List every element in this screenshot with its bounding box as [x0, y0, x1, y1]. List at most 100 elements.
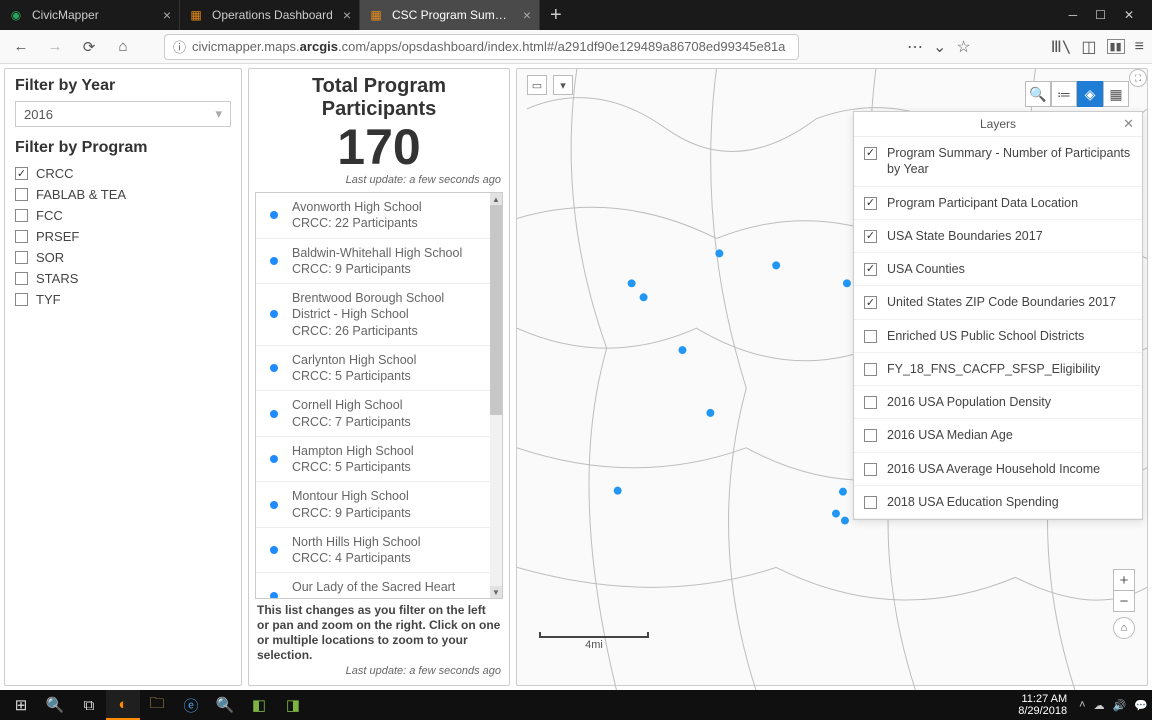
layer-row[interactable]: 2016 USA Average Household Income	[854, 453, 1142, 486]
fullscreen-button[interactable]: ⛶	[1129, 69, 1147, 87]
scroll-up-icon[interactable]: ▲	[490, 193, 502, 205]
select-dropdown-icon[interactable]: ▾	[553, 75, 573, 95]
pocket-icon[interactable]: ⌄	[933, 37, 946, 57]
list-item[interactable]: Hampton High SchoolCRCC: 5 Participants	[256, 437, 490, 483]
close-icon[interactable]: ✕	[1123, 116, 1134, 132]
layer-row[interactable]: ✓USA State Boundaries 2017	[854, 220, 1142, 253]
map-point[interactable]	[832, 510, 840, 518]
tray-up-icon[interactable]: ˄	[1079, 699, 1085, 711]
map-point[interactable]	[772, 261, 780, 269]
map-point[interactable]	[839, 488, 847, 496]
sidebar-icon[interactable]: ◫	[1081, 37, 1096, 57]
list-item[interactable]: North Hills High SchoolCRCC: 4 Participa…	[256, 528, 490, 574]
system-tray[interactable]: ˄ ☁ 🔊 💬	[1079, 699, 1148, 712]
program-filter-crcc[interactable]: ✓CRCC	[15, 163, 231, 184]
bookmark-star-icon[interactable]: ☆	[956, 37, 970, 57]
checkbox-icon[interactable]	[15, 209, 28, 222]
layer-row[interactable]: 2016 USA Median Age	[854, 419, 1142, 452]
checkbox-icon[interactable]	[15, 188, 28, 201]
zoom-in-button[interactable]: +	[1113, 569, 1135, 591]
notifications-icon[interactable]: 💬	[1134, 699, 1148, 712]
checkbox-icon[interactable]: ✓	[864, 230, 877, 243]
select-tool-icon[interactable]: ▭	[527, 75, 547, 95]
zoom-out-button[interactable]: −	[1113, 590, 1135, 612]
program-filter-tyf[interactable]: TYF	[15, 289, 231, 310]
program-filter-prsef[interactable]: PRSEF	[15, 226, 231, 247]
taskbar-app2[interactable]: ◨	[276, 690, 310, 720]
tab-civicmapper[interactable]: ◉ CivicMapper ×	[0, 0, 180, 30]
checkbox-icon[interactable]	[864, 363, 877, 376]
home-extent-button[interactable]: ⌂	[1113, 617, 1135, 639]
start-button[interactable]: ⊞	[4, 690, 38, 720]
scrollbar-thumb[interactable]	[490, 205, 502, 415]
tab-opsdash[interactable]: ▦ Operations Dashboard ×	[180, 0, 360, 30]
map-legend-button[interactable]: ≔	[1051, 81, 1077, 107]
map-basemap-button[interactable]: ▦	[1103, 81, 1129, 107]
checkbox-icon[interactable]	[15, 272, 28, 285]
back-button[interactable]: ←	[8, 34, 34, 60]
map-point[interactable]	[715, 249, 723, 257]
layer-row[interactable]: ✓USA Counties	[854, 253, 1142, 286]
checkbox-icon[interactable]: ✓	[864, 197, 877, 210]
checkbox-icon[interactable]: ✓	[864, 147, 877, 160]
taskbar-clock[interactable]: 11:27 AM 8/29/2018	[1018, 693, 1073, 717]
taskbar-explorer[interactable]: 🗀	[140, 690, 174, 720]
program-filter-sor[interactable]: SOR	[15, 247, 231, 268]
close-window-icon[interactable]: ✕	[1124, 8, 1134, 22]
list-item[interactable]: Montour High SchoolCRCC: 9 Participants	[256, 482, 490, 528]
info-icon[interactable]: ⓘ	[173, 37, 186, 56]
more-icon[interactable]: ⋯	[907, 37, 923, 57]
url-bar[interactable]: ⓘ civicmapper.maps.arcgis.com/apps/opsda…	[164, 34, 799, 60]
checkbox-icon[interactable]	[15, 293, 28, 306]
layer-row[interactable]: 2016 USA Population Density	[854, 386, 1142, 419]
map-point[interactable]	[614, 487, 622, 495]
forward-button[interactable]: →	[42, 34, 68, 60]
map-search-button[interactable]: 🔍	[1025, 81, 1051, 107]
taskview-button[interactable]: ⧉	[72, 690, 106, 720]
list-item[interactable]: Cornell High SchoolCRCC: 7 Participants	[256, 391, 490, 437]
search-button[interactable]: 🔍	[38, 690, 72, 720]
map-layers-button[interactable]: ◈	[1077, 81, 1103, 107]
map-panel[interactable]: ▭ ▾ ⛶ 🔍 ≔ ◈ ▦ Layers ✕ ✓Program Summary …	[516, 68, 1148, 686]
close-icon[interactable]: ×	[523, 7, 531, 23]
checkbox-icon[interactable]	[864, 330, 877, 343]
checkbox-icon[interactable]: ✓	[864, 263, 877, 276]
layer-row[interactable]: 2018 USA Education Spending	[854, 486, 1142, 519]
checkbox-icon[interactable]	[864, 496, 877, 509]
taskbar-firefox[interactable]: ◐	[106, 690, 140, 720]
checkbox-icon[interactable]	[15, 230, 28, 243]
layer-row[interactable]: ✓Program Participant Data Location	[854, 187, 1142, 220]
container-icon[interactable]: ▮▮	[1107, 39, 1125, 54]
map-point[interactable]	[843, 279, 851, 287]
list-item[interactable]: Our Lady of the Sacred HeartCRCC: 9 Part…	[256, 573, 490, 598]
list-item[interactable]: Carlynton High SchoolCRCC: 5 Participant…	[256, 346, 490, 392]
layer-row[interactable]: ✓United States ZIP Code Boundaries 2017	[854, 286, 1142, 319]
new-tab-button[interactable]: +	[540, 4, 572, 27]
home-button[interactable]: ⌂	[110, 34, 136, 60]
checkbox-icon[interactable]	[864, 396, 877, 409]
scrollbar[interactable]: ▲ ▼	[490, 193, 502, 598]
onedrive-icon[interactable]: ☁	[1094, 699, 1105, 712]
checkbox-icon[interactable]: ✓	[15, 167, 28, 180]
taskbar-app1[interactable]: ◧	[242, 690, 276, 720]
checkbox-icon[interactable]	[864, 463, 877, 476]
menu-icon[interactable]: ≡	[1135, 38, 1144, 56]
program-filter-fcc[interactable]: FCC	[15, 205, 231, 226]
close-icon[interactable]: ×	[163, 7, 171, 23]
school-list[interactable]: Avonworth High SchoolCRCC: 22 Participan…	[256, 193, 490, 598]
list-item[interactable]: Avonworth High SchoolCRCC: 22 Participan…	[256, 193, 490, 239]
library-icon[interactable]: Ⅲ\	[1051, 37, 1072, 56]
program-filter-stars[interactable]: STARS	[15, 268, 231, 289]
tab-cscprogram[interactable]: ▦ CSC Program Summary Dashb ×	[360, 0, 540, 30]
map-point[interactable]	[640, 293, 648, 301]
layer-row[interactable]: ✓Program Summary - Number of Participant…	[854, 137, 1142, 187]
close-icon[interactable]: ×	[343, 7, 351, 23]
layer-row[interactable]: FY_18_FNS_CACFP_SFSP_Eligibility	[854, 353, 1142, 386]
year-select[interactable]: 2016 ▾	[15, 101, 231, 127]
checkbox-icon[interactable]	[864, 429, 877, 442]
scroll-down-icon[interactable]: ▼	[490, 586, 502, 598]
maximize-icon[interactable]: ☐	[1095, 8, 1106, 22]
reload-button[interactable]: ⟳	[76, 34, 102, 60]
list-item[interactable]: Baldwin-Whitehall High SchoolCRCC: 9 Par…	[256, 239, 490, 285]
map-point[interactable]	[628, 279, 636, 287]
